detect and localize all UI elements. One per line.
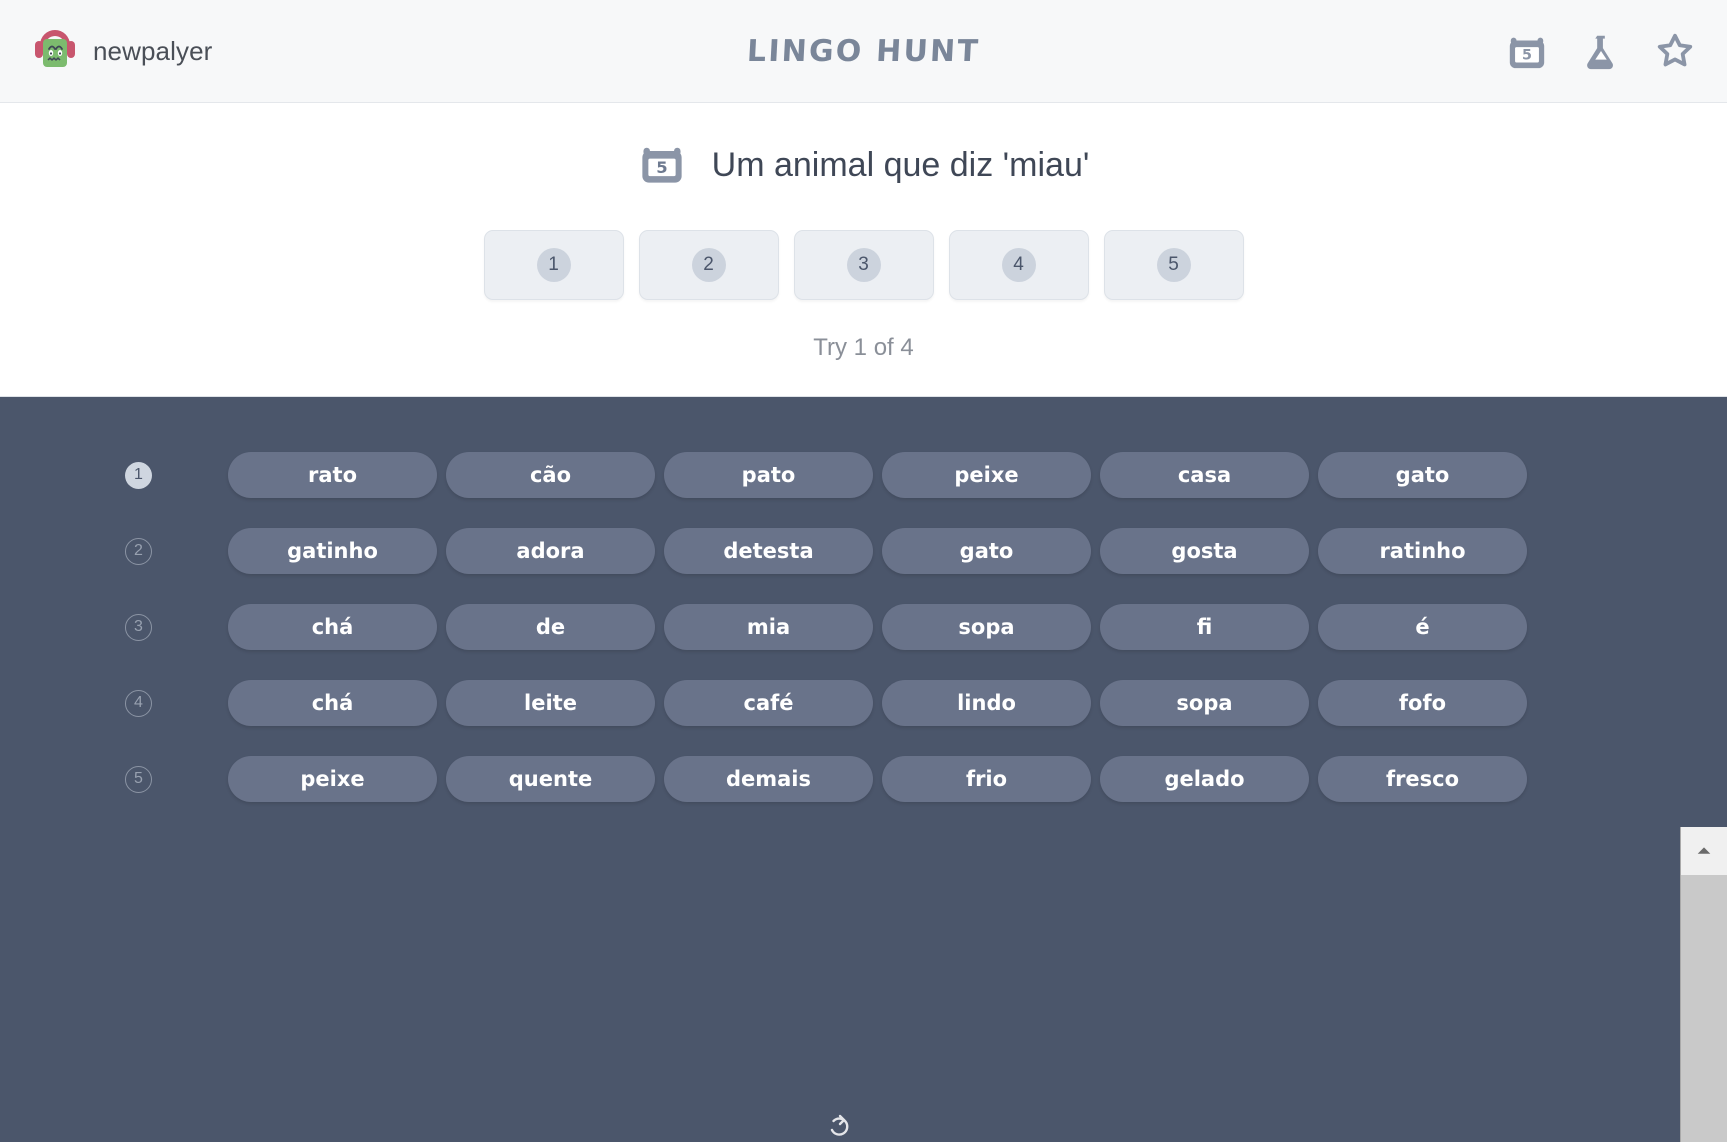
brand-name: newpalyer bbox=[93, 35, 213, 66]
word-chip[interactable]: sopa bbox=[882, 604, 1091, 650]
word-chip-group: gatinho adora detesta gato gosta ratinho bbox=[228, 528, 1527, 574]
word-chip-group: chá de mia sopa fi é bbox=[228, 604, 1527, 650]
monster-avatar-icon bbox=[33, 29, 77, 73]
scrollbar-thumb[interactable] bbox=[1681, 875, 1727, 1142]
word-chip[interactable]: fofo bbox=[1318, 680, 1527, 726]
prompt-calendar-number: 5 bbox=[656, 158, 667, 177]
answer-slot-4[interactable]: 4 bbox=[948, 230, 1089, 300]
word-chip[interactable]: fi bbox=[1100, 604, 1309, 650]
word-chip[interactable]: gato bbox=[882, 528, 1091, 574]
word-chip[interactable]: sopa bbox=[1100, 680, 1309, 726]
top-bar-icons: 5 bbox=[1505, 29, 1697, 73]
word-chip[interactable]: adora bbox=[446, 528, 655, 574]
calendar-icon: 5 bbox=[638, 139, 686, 192]
word-bank-row: 3 chá de mia sopa fi é bbox=[125, 604, 1727, 650]
refresh-icon[interactable] bbox=[825, 1112, 855, 1142]
puzzle-panel: 5 Um animal que diz 'miau' 1 2 3 4 5 Try… bbox=[0, 103, 1727, 397]
word-chip-group: chá leite café lindo sopa fofo bbox=[228, 680, 1527, 726]
word-chip[interactable]: quente bbox=[446, 756, 655, 802]
slot-badge: 3 bbox=[846, 248, 881, 282]
word-chip[interactable]: leite bbox=[446, 680, 655, 726]
lingo-hunt-app: newpalyer LINGO HUNT 5 5 Um animal que d… bbox=[0, 0, 1727, 1142]
word-chip[interactable]: chá bbox=[228, 604, 437, 650]
word-chip[interactable]: gelado bbox=[1100, 756, 1309, 802]
slot-badge: 5 bbox=[1156, 248, 1191, 282]
game-title: LINGO HUNT bbox=[746, 33, 981, 69]
prompt-row: 5 Um animal que diz 'miau' bbox=[0, 139, 1727, 192]
word-chip[interactable]: peixe bbox=[228, 756, 437, 802]
word-chip[interactable]: lindo bbox=[882, 680, 1091, 726]
answer-slots: 1 2 3 4 5 bbox=[0, 230, 1727, 300]
word-bank: 1 rato cão pato peixe casa gato 2 gatinho adora de… bbox=[0, 397, 1727, 1142]
row-badge: 2 bbox=[125, 537, 152, 565]
word-bank-row: 2 gatinho adora detesta gato gosta ratinho bbox=[125, 528, 1727, 574]
top-bar: newpalyer LINGO HUNT 5 bbox=[0, 0, 1727, 103]
prompt-text: Um animal que diz 'miau' bbox=[711, 146, 1090, 184]
flask-icon[interactable] bbox=[1579, 29, 1623, 73]
row-badge: 1 bbox=[125, 461, 152, 489]
scroll-up-arrow-icon[interactable] bbox=[1681, 827, 1727, 875]
word-chip[interactable]: mia bbox=[664, 604, 873, 650]
brand[interactable]: newpalyer bbox=[33, 29, 212, 73]
slot-badge: 1 bbox=[536, 248, 571, 282]
word-chip[interactable]: cão bbox=[446, 452, 655, 498]
word-chip[interactable]: é bbox=[1318, 604, 1527, 650]
row-badge: 4 bbox=[125, 689, 152, 717]
word-chip[interactable]: gosta bbox=[1100, 528, 1309, 574]
answer-slot-2[interactable]: 2 bbox=[638, 230, 779, 300]
word-chip[interactable]: ratinho bbox=[1318, 528, 1527, 574]
answer-slot-5[interactable]: 5 bbox=[1103, 230, 1244, 300]
calendar-icon-number: 5 bbox=[1522, 48, 1532, 64]
slot-badge: 4 bbox=[1001, 248, 1036, 282]
calendar-icon[interactable]: 5 bbox=[1505, 29, 1549, 73]
star-icon[interactable] bbox=[1653, 29, 1697, 73]
word-bank-row: 5 peixe quente demais frio gelado fresco bbox=[125, 756, 1727, 802]
word-chip-group: rato cão pato peixe casa gato bbox=[228, 452, 1527, 498]
refresh-row bbox=[0, 1112, 1680, 1142]
word-chip[interactable]: de bbox=[446, 604, 655, 650]
word-chip[interactable]: chá bbox=[228, 680, 437, 726]
word-chip[interactable]: café bbox=[664, 680, 873, 726]
word-bank-row: 4 chá leite café lindo sopa fofo bbox=[125, 680, 1727, 726]
word-chip[interactable]: peixe bbox=[882, 452, 1091, 498]
slot-badge: 2 bbox=[691, 248, 726, 282]
word-chip[interactable]: rato bbox=[228, 452, 437, 498]
word-chip-group: peixe quente demais frio gelado fresco bbox=[228, 756, 1527, 802]
vertical-scrollbar[interactable] bbox=[1680, 827, 1727, 1142]
word-chip[interactable]: casa bbox=[1100, 452, 1309, 498]
word-chip[interactable]: pato bbox=[664, 452, 873, 498]
word-bank-rows: 1 rato cão pato peixe casa gato 2 gatinho adora de… bbox=[0, 452, 1727, 802]
row-badge: 3 bbox=[125, 613, 152, 641]
answer-slot-3[interactable]: 3 bbox=[793, 230, 934, 300]
word-chip[interactable]: gato bbox=[1318, 452, 1527, 498]
word-chip[interactable]: frio bbox=[882, 756, 1091, 802]
answer-slot-1[interactable]: 1 bbox=[483, 230, 624, 300]
word-bank-row: 1 rato cão pato peixe casa gato bbox=[125, 452, 1727, 498]
word-chip[interactable]: fresco bbox=[1318, 756, 1527, 802]
try-counter: Try 1 of 4 bbox=[813, 334, 914, 361]
word-chip[interactable]: demais bbox=[664, 756, 873, 802]
row-badge: 5 bbox=[125, 765, 152, 793]
word-chip[interactable]: detesta bbox=[664, 528, 873, 574]
word-chip[interactable]: gatinho bbox=[228, 528, 437, 574]
